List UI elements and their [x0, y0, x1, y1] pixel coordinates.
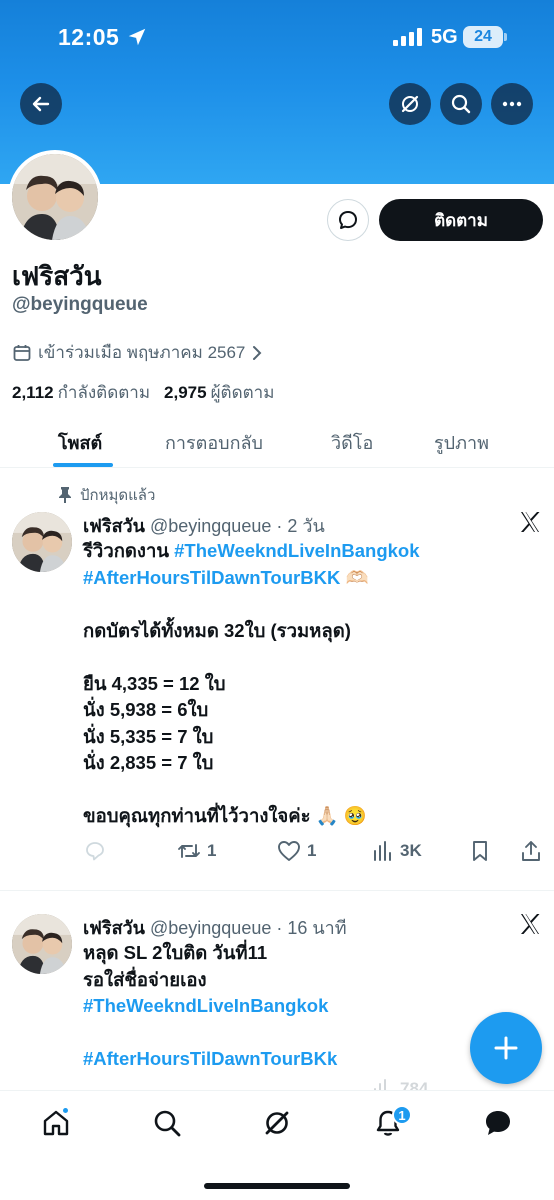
tweet-text: ยืน 4,335 = 12 ใบ [83, 672, 226, 694]
nav-grok[interactable] [261, 1107, 293, 1139]
following-count: 2,112 [12, 383, 54, 402]
tweet-text: รอใส่ชื่อจ่ายเอง [83, 968, 207, 990]
chevron-right-icon [253, 345, 262, 360]
tweet-author-name[interactable]: เฟริสวัน [83, 918, 145, 938]
following-label: กำลังติดตาม [57, 383, 151, 402]
profile-avatar[interactable] [8, 150, 102, 244]
home-unread-dot [63, 1108, 68, 1113]
more-dots-icon [502, 101, 522, 107]
tweet-emoji: 🫶🏻 [345, 566, 369, 588]
tab-replies[interactable]: การตอบกลับ [165, 428, 263, 457]
notification-badge: 1 [392, 1105, 412, 1125]
repost-count: 1 [207, 841, 217, 860]
tweet-text: หลุด SL 2ใบติด วันที่11 [83, 942, 268, 963]
views-button[interactable]: 3K [372, 840, 422, 862]
tab-videos[interactable]: วิดีโอ [331, 428, 373, 457]
network-type: 5G [431, 26, 458, 48]
tweet-avatar-photo [12, 914, 72, 974]
search-button[interactable] [440, 83, 482, 125]
followers-link[interactable]: 2,975 ผู้ติดตาม [164, 379, 274, 406]
status-time: 12:05 [58, 24, 120, 50]
tweet-handle-time: @beyingqueue · 2 วัน [149, 516, 325, 536]
tweet-header: เฟริสวัน @beyingqueue · 16 นาที [83, 913, 347, 942]
tweet-text: นั่ง 5,938 = 6ใบ [83, 699, 209, 720]
tab-media[interactable]: รูปภาพ [434, 428, 489, 457]
profile-display-name: เฟริสวัน [12, 261, 102, 291]
bookmark-icon [473, 841, 487, 861]
bookmark-button[interactable] [470, 840, 490, 862]
hashtag-link[interactable]: #TheWeekndLiveInBangkok [83, 993, 543, 1020]
tweet-body: รีวิวกดงาน #TheWeekndLiveInBangkok #Afte… [83, 538, 543, 830]
follow-button[interactable]: ติดตาม [379, 199, 543, 241]
message-button[interactable] [327, 199, 369, 241]
status-bar: 12:05 5G 24 [0, 0, 554, 76]
tweet-header: เฟริสวัน @beyingqueue · 2 วัน [83, 511, 325, 540]
back-arrow-icon [32, 96, 50, 112]
message-bubble-icon [339, 211, 357, 229]
followers-label: ผู้ติดตาม [210, 383, 275, 402]
tweet-text: นั่ง 2,835 = 7 ใบ [83, 752, 214, 773]
tweet-avatar[interactable] [12, 512, 72, 572]
following-link[interactable]: 2,112 กำลังติดตาม [12, 379, 150, 406]
profile-tabs: โพสต์ การตอบกลับ วิดีโอ รูปภาพ [0, 420, 554, 468]
grok-icon [265, 1111, 289, 1135]
nav-messages[interactable] [482, 1107, 514, 1139]
avatar-photo [12, 154, 98, 240]
reply-button[interactable] [84, 840, 106, 862]
grok-icon [401, 95, 419, 113]
x-logo-icon [521, 914, 540, 934]
signal-icon [393, 28, 422, 46]
share-button[interactable] [520, 840, 542, 862]
follow-stats: 2,112 กำลังติดตาม 2,975 ผู้ติดตาม [12, 379, 274, 406]
search-icon [451, 94, 471, 114]
reply-icon [86, 842, 104, 861]
tweet-text: กดบัตรได้ทั้งหมด 32ใบ (รวมหลุด) [83, 619, 351, 641]
repost-button[interactable]: 1 [177, 840, 216, 862]
tab-posts[interactable]: โพสต์ [58, 428, 102, 457]
profile-handle: @beyingqueue [12, 294, 148, 315]
tweet-avatar-photo [12, 512, 72, 572]
hashtag-link[interactable]: #TheWeekndLiveInBangkok [174, 540, 419, 561]
tweet-actions: 1 1 3K [0, 840, 554, 870]
tweet-text: นั่ง 5,335 = 7 ใบ [83, 725, 214, 747]
share-icon [522, 841, 540, 861]
tweet-author-name[interactable]: เฟริสวัน [83, 516, 145, 536]
view-count: 3K [400, 841, 422, 860]
plus-icon [494, 1036, 518, 1060]
repost-icon [178, 844, 200, 858]
pin-icon [59, 487, 71, 503]
tweet-avatar[interactable] [12, 914, 72, 974]
battery-tip [504, 33, 507, 41]
home-indicator [204, 1183, 350, 1189]
active-tab-indicator [53, 463, 113, 467]
x-logo-icon [521, 512, 540, 532]
followers-count: 2,975 [164, 383, 207, 402]
tweet-handle-time: @beyingqueue · 16 นาที [149, 918, 347, 938]
calendar-icon [13, 344, 31, 361]
joined-date[interactable]: เข้าร่วมเมือ พฤษภาคม 2567 [12, 339, 263, 366]
pinned-label: ปักหมุดแล้ว [80, 487, 156, 504]
grok-button[interactable] [389, 83, 431, 125]
tweet-emoji: 🙏🏻 🥹 [315, 805, 367, 826]
back-button[interactable] [20, 83, 62, 125]
tweet-divider [0, 890, 554, 891]
hashtag-link[interactable]: #AfterHoursTilDawnTourBKK [83, 567, 340, 588]
like-button[interactable]: 1 [277, 840, 316, 862]
battery-icon: 24 [463, 26, 503, 48]
pinned-indicator: ปักหมุดแล้ว [58, 483, 155, 507]
heart-icon [278, 841, 300, 861]
like-count: 1 [307, 841, 317, 860]
compose-post-button[interactable] [470, 1012, 542, 1084]
search-icon [154, 1110, 181, 1137]
tweet-text: ขอบคุณทุกท่านที่ไว้วางใจค่ะ [83, 805, 316, 826]
location-arrow-icon [128, 28, 146, 46]
tweet-text: รีวิวกดงาน [83, 540, 175, 561]
chat-bubble-icon [486, 1111, 510, 1135]
nav-search[interactable] [151, 1107, 183, 1139]
joined-label: เข้าร่วมเมือ พฤษภาคม 2567 [38, 343, 246, 362]
more-button[interactable] [491, 83, 533, 125]
views-chart-icon [374, 841, 391, 861]
